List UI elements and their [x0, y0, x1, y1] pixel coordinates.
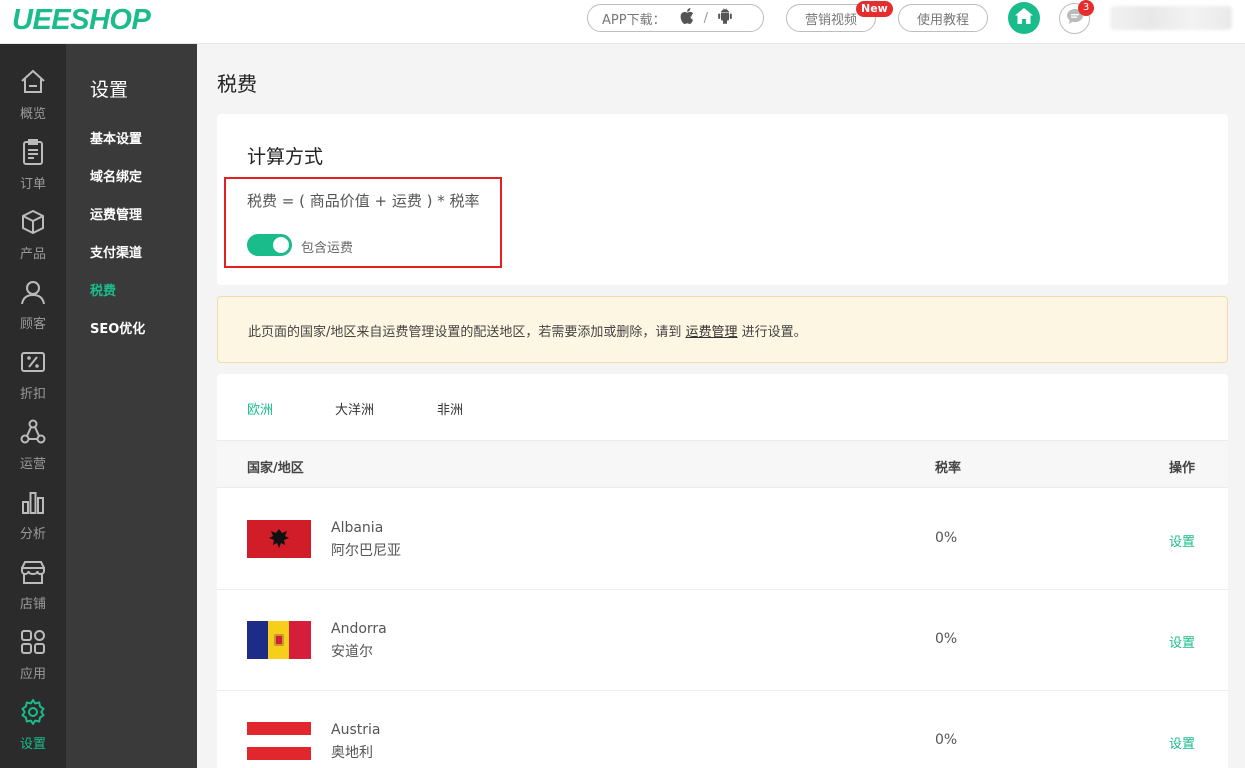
app-download-pill[interactable]: APP下载： /	[587, 4, 764, 32]
submenu-tax[interactable]: 税费	[90, 280, 116, 299]
header-rate: 税率	[935, 461, 962, 476]
country-name-en: Albania	[331, 520, 384, 536]
country-name-zh: 奥地利	[331, 745, 373, 761]
albania-flag	[247, 520, 311, 558]
network-icon	[19, 418, 47, 453]
nav-label: 运营	[19, 457, 46, 472]
tax-rate: 0%	[935, 530, 958, 546]
user-icon	[19, 278, 47, 313]
home-button[interactable]	[1008, 2, 1040, 34]
notice-text-before: 此页面的国家/地区来自运费管理设置的配送地区，若需要添加或删除，请到	[248, 325, 686, 340]
home-outline-icon	[19, 68, 47, 103]
store-icon	[19, 558, 47, 593]
table-row: Albania 阿尔巴尼亚 0% 设置	[217, 489, 1228, 590]
tab-europe[interactable]: 欧洲	[247, 399, 273, 418]
nav-orders[interactable]: 订单	[0, 129, 66, 199]
set-button[interactable]: 设置	[1169, 531, 1195, 550]
calculation-card: 计算方式 税费 = ( 商品价值 + 运费 ) * 税率 包含运费	[217, 114, 1228, 285]
submenu-title: 设置	[90, 79, 129, 101]
nav-overview[interactable]: 概览	[0, 59, 66, 129]
set-button[interactable]: 设置	[1169, 632, 1195, 651]
notice-text-after: 进行设置。	[737, 325, 807, 340]
tax-rate: 0%	[935, 631, 958, 647]
tab-oceania[interactable]: 大洋洲	[335, 399, 374, 418]
submenu-domain-binding[interactable]: 域名绑定	[90, 166, 142, 185]
submenu-basic-settings[interactable]: 基本设置	[90, 128, 142, 147]
calc-title: 计算方式	[247, 146, 324, 168]
table-row: Austria 奥地利 0% 设置	[217, 691, 1228, 768]
country-name-en: Andorra	[331, 621, 387, 637]
nav-label: 店铺	[19, 597, 46, 612]
info-notice: 此页面的国家/地区来自运费管理设置的配送地区，若需要添加或删除，请到 运费管理 …	[217, 296, 1228, 363]
nav-label: 设置	[19, 737, 46, 752]
message-count-badge: 3	[1078, 0, 1094, 16]
nav-label: 订单	[19, 177, 46, 192]
logo[interactable]: UEESHOP	[12, 4, 151, 37]
include-shipping-label: 包含运费	[301, 241, 354, 256]
app-download-label: APP下载：	[602, 12, 666, 28]
submenu-payment[interactable]: 支付渠道	[90, 242, 142, 261]
austria-flag	[247, 722, 311, 760]
home-icon	[1015, 8, 1033, 28]
main-nav-rail: 概览 订单 产品 顾客 折扣 运营 分析 店铺 应用 设置	[0, 44, 66, 768]
new-badge: New	[856, 1, 893, 17]
nav-discounts[interactable]: 折扣	[0, 339, 66, 409]
android-icon[interactable]	[718, 8, 732, 28]
bar-chart-icon	[19, 488, 47, 523]
shipping-management-link[interactable]: 运费管理	[686, 325, 738, 340]
nav-label: 折扣	[19, 387, 46, 402]
nav-label: 分析	[19, 527, 46, 542]
tutorial-button[interactable]: 使用教程	[898, 4, 988, 32]
nav-apps[interactable]: 应用	[0, 619, 66, 689]
settings-submenu: 设置 基本设置 域名绑定 运费管理 支付渠道 税费 SEO优化	[66, 44, 197, 768]
clipboard-icon	[19, 138, 47, 173]
app-separator: /	[703, 10, 708, 26]
nav-label: 应用	[19, 667, 46, 682]
top-bar: UEESHOP APP下载： / 营销视频 New 使用教程 3	[0, 0, 1245, 44]
table-header: 国家/地区 税率 操作	[217, 440, 1228, 488]
header-country: 国家/地区	[247, 461, 304, 476]
box-icon	[19, 208, 47, 243]
tax-formula: 税费 = ( 商品价值 + 运费 ) * 税率	[247, 192, 480, 210]
toggle-knob	[273, 237, 289, 253]
submenu-shipping[interactable]: 运费管理	[90, 204, 142, 223]
tab-africa[interactable]: 非洲	[437, 399, 463, 418]
header-action: 操作	[1169, 461, 1196, 476]
country-name-zh: 安道尔	[331, 644, 373, 660]
include-shipping-toggle[interactable]	[247, 234, 292, 256]
nav-analytics[interactable]: 分析	[0, 479, 66, 549]
gear-icon	[19, 698, 47, 733]
nav-label: 概览	[19, 107, 46, 122]
apps-icon	[19, 628, 47, 663]
apple-icon[interactable]	[680, 8, 694, 28]
country-name-zh: 阿尔巴尼亚	[331, 543, 401, 559]
page-title: 税费	[217, 72, 257, 96]
table-row: Andorra 安道尔 0% 设置	[217, 590, 1228, 691]
tax-table-card: 欧洲 大洋洲 非洲 国家/地区 税率 操作 Albania 阿尔巴尼亚 0% 设…	[217, 374, 1228, 768]
nav-store[interactable]: 店铺	[0, 549, 66, 619]
nav-settings[interactable]: 设置	[0, 689, 66, 759]
nav-products[interactable]: 产品	[0, 199, 66, 269]
nav-customers[interactable]: 顾客	[0, 269, 66, 339]
user-account-area[interactable]	[1110, 6, 1232, 30]
andorra-flag	[247, 621, 311, 659]
discount-icon	[19, 348, 47, 383]
set-button[interactable]: 设置	[1169, 733, 1195, 752]
nav-label: 产品	[19, 247, 46, 262]
nav-label: 顾客	[19, 317, 46, 332]
nav-operations[interactable]: 运营	[0, 409, 66, 479]
submenu-seo[interactable]: SEO优化	[90, 318, 145, 337]
tax-rate: 0%	[935, 732, 958, 748]
country-name-en: Austria	[331, 722, 381, 738]
